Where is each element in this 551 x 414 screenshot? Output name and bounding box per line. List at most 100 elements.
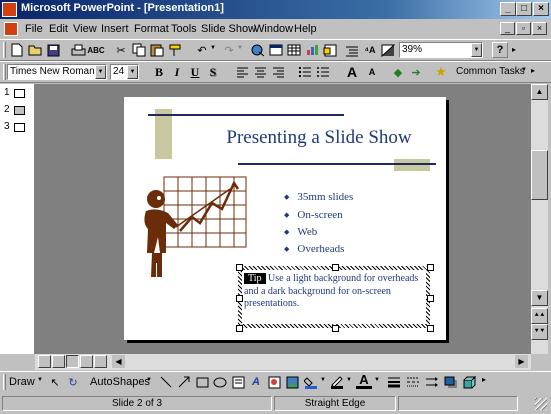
insert-table-icon[interactable] [286, 42, 302, 58]
resize-handle[interactable] [236, 295, 243, 302]
bullet-item[interactable]: On-screen [284, 209, 342, 221]
web-toolbar-icon[interactable] [268, 42, 284, 58]
scroll-left-icon[interactable]: ◀ [112, 355, 125, 368]
toolbar-options-icon[interactable]: ▸ [482, 375, 486, 384]
menu-insert[interactable]: Insert [101, 23, 129, 35]
new-icon[interactable] [9, 42, 25, 58]
menu-file[interactable]: File [25, 23, 43, 35]
autoshapes-dropdown-icon[interactable]: ▼ [146, 377, 152, 383]
close-button[interactable]: × [533, 2, 549, 16]
3d-icon[interactable] [462, 374, 478, 390]
slide-canvas[interactable]: Presenting a Slide Show 35mm slides On-s… [124, 97, 446, 340]
menu-tools[interactable]: Tools [171, 23, 197, 35]
fill-color-icon[interactable] [303, 374, 319, 390]
animation-effects-icon[interactable]: ★ [433, 64, 449, 80]
scroll-thumb[interactable] [531, 150, 548, 200]
grayscale-preview-icon[interactable] [380, 42, 396, 58]
toolbar-grip[interactable] [3, 374, 6, 390]
scroll-up-icon[interactable]: ▲ [531, 84, 548, 100]
format-painter-icon[interactable] [167, 42, 183, 58]
paste-icon[interactable] [149, 42, 165, 58]
menu-slide-show[interactable]: Slide Show [201, 23, 256, 35]
decrease-font-size-button[interactable]: A [364, 64, 380, 80]
bullet-item[interactable]: Web [284, 226, 317, 238]
chevron-down-icon[interactable]: ▼ [95, 65, 106, 79]
line-color-dropdown-icon[interactable]: ▼ [346, 377, 352, 383]
font-color-icon[interactable]: A [356, 372, 372, 389]
common-tasks-dropdown-icon[interactable]: ▼ [521, 67, 527, 73]
chevron-down-icon[interactable]: ▼ [127, 65, 138, 79]
resize-handle[interactable] [332, 325, 339, 332]
help-icon[interactable]: ? [492, 42, 508, 58]
menu-edit[interactable]: Edit [49, 23, 68, 35]
line-color-icon[interactable] [329, 374, 345, 390]
align-right-icon[interactable] [270, 64, 286, 80]
document-icon[interactable] [4, 22, 18, 36]
slide-view-icon[interactable] [66, 355, 79, 368]
align-center-icon[interactable] [252, 64, 268, 80]
show-formatting-icon[interactable]: ⁴A [362, 42, 378, 58]
insert-clipart-icon[interactable] [266, 374, 282, 390]
resize-handle[interactable] [236, 264, 243, 271]
italic-button[interactable]: I [169, 64, 185, 80]
spelling-icon[interactable]: ABC [87, 42, 104, 58]
slide-icon[interactable] [14, 89, 25, 98]
resize-handle[interactable] [427, 295, 434, 302]
resize-handle[interactable] [427, 264, 434, 271]
bold-button[interactable]: B [151, 64, 167, 80]
font-color-dropdown-icon[interactable]: ▼ [374, 377, 380, 383]
common-tasks-button[interactable]: Common Tasks [456, 66, 525, 77]
cut-icon[interactable]: ✂ [113, 42, 129, 58]
resize-handle[interactable] [236, 325, 243, 332]
doc-close-button[interactable]: × [532, 22, 547, 35]
expand-all-icon[interactable] [344, 42, 360, 58]
resize-handle[interactable] [332, 264, 339, 271]
slide-icon[interactable] [14, 106, 25, 115]
line-style-icon[interactable] [386, 374, 402, 390]
undo-dropdown-icon[interactable]: ▼ [210, 45, 216, 51]
minimize-button[interactable]: _ [500, 2, 516, 16]
resize-grip-icon[interactable] [535, 398, 547, 410]
autoshapes-menu-button[interactable]: AutoShapes [90, 376, 150, 388]
tip-textbox[interactable]: Tip Use a light background for overheads… [244, 273, 426, 311]
arrow-style-icon[interactable] [424, 374, 440, 390]
slide-show-view-icon[interactable] [94, 355, 107, 368]
draw-dropdown-icon[interactable]: ▼ [37, 377, 43, 383]
menu-format[interactable]: Format [134, 23, 169, 35]
select-objects-icon[interactable]: ↖ [47, 374, 63, 390]
shadow-button[interactable]: S [205, 64, 221, 80]
scroll-down-icon[interactable]: ▼ [531, 290, 548, 306]
dash-style-icon[interactable] [405, 374, 421, 390]
increase-font-size-button[interactable]: A [344, 64, 360, 80]
doc-restore-button[interactable]: ▫ [516, 22, 531, 35]
menu-view[interactable]: View [73, 23, 97, 35]
numbering-icon[interactable] [297, 64, 313, 80]
menu-help[interactable]: Help [294, 23, 317, 35]
shadow-icon[interactable] [443, 374, 459, 390]
fill-color-dropdown-icon[interactable]: ▼ [320, 377, 326, 383]
bullet-item[interactable]: 35mm slides [284, 191, 353, 203]
draw-menu-button[interactable]: Draw [9, 376, 35, 388]
arrow-icon[interactable] [176, 374, 192, 390]
align-left-icon[interactable] [234, 64, 250, 80]
font-size-select[interactable]: 24 ▼ [110, 64, 139, 80]
undo-icon[interactable]: ↶ [194, 42, 210, 58]
normal-view-icon[interactable] [38, 355, 51, 368]
copy-icon[interactable] [131, 42, 147, 58]
underline-button[interactable]: U [187, 64, 203, 80]
line-icon[interactable] [158, 374, 174, 390]
open-icon[interactable] [27, 42, 43, 58]
toolbar-options-icon[interactable]: ▸ [531, 66, 535, 75]
save-icon[interactable] [45, 42, 61, 58]
slide-title[interactable]: Presenting a Slide Show [199, 127, 439, 149]
insert-hyperlink-icon[interactable] [250, 42, 266, 58]
rectangle-icon[interactable] [194, 374, 210, 390]
new-slide-icon[interactable] [322, 42, 338, 58]
bullets-icon[interactable] [315, 64, 331, 80]
powerpoint-app-icon[interactable] [2, 2, 17, 17]
toolbar-grip[interactable] [3, 64, 6, 80]
redo-dropdown-icon[interactable]: ▼ [237, 45, 243, 51]
bullet-item[interactable]: Overheads [284, 243, 344, 255]
toolbar-options-icon[interactable]: ▸ [512, 45, 516, 54]
chevron-down-icon[interactable]: ▼ [471, 43, 482, 57]
